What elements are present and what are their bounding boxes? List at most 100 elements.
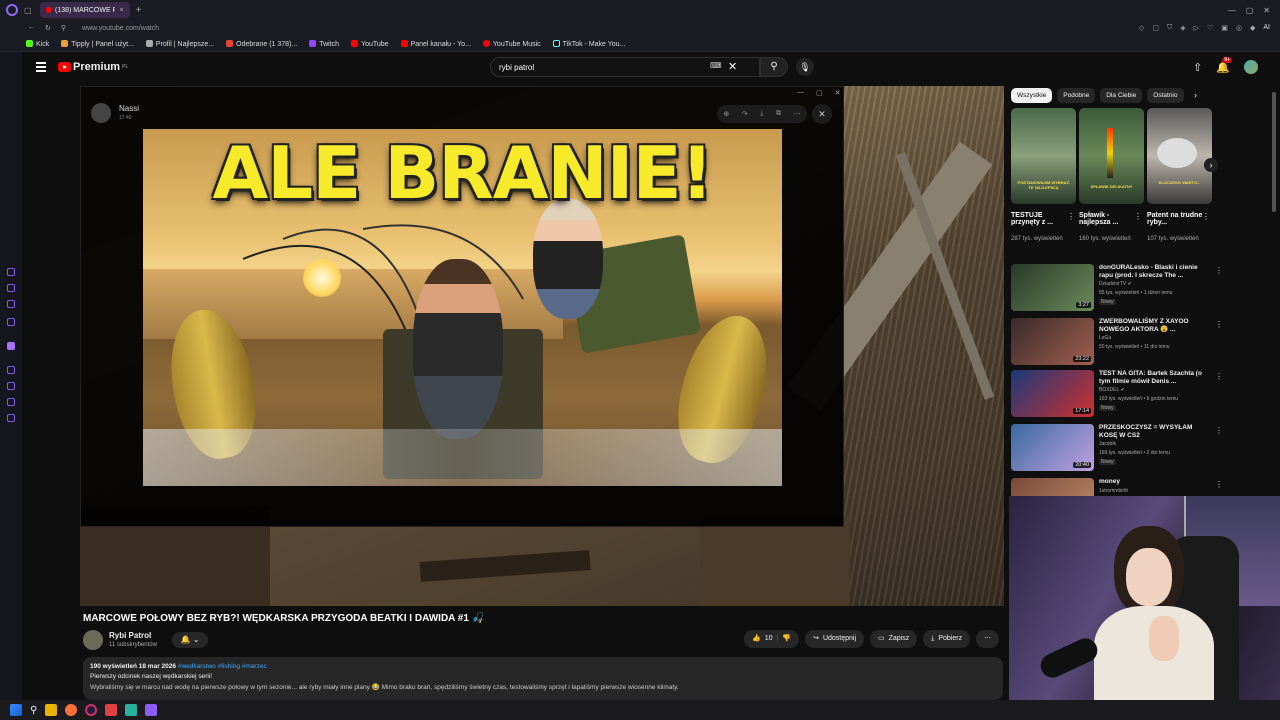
close-window-icon[interactable]: ✕: [1263, 6, 1270, 15]
keyboard-icon[interactable]: ⌨: [710, 61, 722, 70]
subscription-bell-button[interactable]: 🔔 ⌄: [172, 632, 208, 648]
more-icon[interactable]: ⋮: [1215, 480, 1221, 489]
download-icon[interactable]: ⤓: [760, 110, 763, 118]
open-external-icon[interactable]: ⧉: [776, 110, 781, 118]
short-item[interactable]: POSTANOWILEM WYBRAĆ TE NAJLEPSZĄ TESTUJE…: [1011, 108, 1076, 258]
browser-tab[interactable]: (138) MARCOWE POŁOW... ×: [39, 2, 130, 18]
new-tab-button[interactable]: +: [136, 5, 142, 16]
more-icon[interactable]: ⋮: [1215, 372, 1223, 381]
bookmark-item[interactable]: YouTube Music: [482, 39, 541, 48]
opera-icon[interactable]: [85, 704, 98, 716]
dislike-icon[interactable]: 👎: [782, 630, 791, 648]
sidebar-app-icon[interactable]: [7, 318, 15, 326]
recommended-video[interactable]: 17:14 TEST NA GITA: Bartek Szachta (o ty…: [1011, 370, 1223, 418]
close-viewer-button[interactable]: ✕: [812, 104, 832, 124]
chip-all[interactable]: Wszystkie: [1011, 88, 1053, 103]
more-icon[interactable]: ⋮: [1134, 212, 1142, 221]
extension-icon[interactable]: ▣: [1221, 24, 1228, 32]
sidebar-app-icon[interactable]: [7, 366, 15, 374]
account-avatar[interactable]: [1244, 60, 1258, 74]
chip-recent[interactable]: Ostatnio: [1147, 88, 1184, 103]
bookmark-item[interactable]: Profil | Najlepsze...: [145, 39, 214, 48]
bookmark-item[interactable]: Panel kanału - Yo...: [400, 39, 471, 48]
sidebar-app-icon[interactable]: [7, 382, 15, 390]
hashtags[interactable]: #wedkarstwo #fishing #marzec: [178, 663, 267, 670]
extension-icon[interactable]: ◈: [1180, 24, 1185, 32]
file-explorer-icon[interactable]: [45, 704, 58, 716]
search-icon[interactable]: ⚲: [30, 705, 37, 716]
more-icon[interactable]: ⋮: [1067, 212, 1075, 221]
like-button[interactable]: 👍 10 | 👎: [744, 630, 800, 648]
extension-icon[interactable]: ▷: [1194, 24, 1199, 32]
site-info-icon[interactable]: ⚲: [61, 24, 66, 32]
more-icon[interactable]: ⋯: [794, 110, 801, 118]
ai-extension-button[interactable]: AI: [1263, 24, 1270, 32]
zoom-icon[interactable]: ⊕: [723, 110, 729, 118]
more-icon[interactable]: ⋮: [1215, 426, 1223, 435]
short-item[interactable]: SPŁAWIK DELIKATNY Spławik - najlepsza ..…: [1079, 108, 1144, 258]
more-actions-button[interactable]: ⋯: [976, 630, 1000, 648]
channel-avatar[interactable]: [83, 630, 103, 650]
bookmark-item[interactable]: Kick: [26, 39, 49, 48]
sidebar-app-icon[interactable]: [7, 398, 15, 406]
twitch-icon[interactable]: [7, 342, 15, 350]
tab-close-icon[interactable]: ×: [119, 7, 123, 14]
download-button[interactable]: ⤓ Pobierz: [923, 630, 971, 648]
scrollbar[interactable]: [1272, 92, 1276, 212]
clear-search-icon[interactable]: ✕: [728, 60, 737, 73]
video-description[interactable]: 190 wyświetleń 18 mar 2026 #wedkarstwo #…: [83, 657, 1003, 700]
bookmark-item[interactable]: Twitch: [309, 39, 339, 48]
more-icon[interactable]: ⋮: [1215, 266, 1223, 275]
bookmark-item[interactable]: YouTube: [351, 39, 389, 48]
share-button[interactable]: ↪ Udostępnij: [805, 630, 865, 648]
extension-icon[interactable]: ◇: [1139, 24, 1144, 32]
notifications-icon[interactable]: 🔔 9+: [1216, 56, 1232, 74]
recommended-video[interactable]: 3:27 donGURALesko - Blaski i cienie rapu…: [1011, 264, 1223, 312]
channel-name[interactable]: Rybi Patrol: [109, 631, 151, 640]
firefox-icon[interactable]: [65, 704, 78, 716]
recommended-video[interactable]: 23:22 ZWERBOWALIŚMY Z XAYOO NOWEGO AKTOR…: [1011, 318, 1223, 366]
more-icon[interactable]: ⋮: [1202, 212, 1210, 221]
browser-logo-icon[interactable]: [6, 4, 18, 16]
sidebar-app-icon[interactable]: [7, 300, 15, 308]
sidebar-app-icon[interactable]: [7, 268, 15, 276]
chevron-right-icon[interactable]: ›: [1204, 158, 1218, 172]
bookmark-item[interactable]: Odebrane (1 378)...: [226, 39, 297, 48]
chevron-right-icon[interactable]: ›: [1194, 90, 1197, 100]
back-icon[interactable]: ←: [28, 24, 35, 32]
share-icon[interactable]: ↷: [742, 110, 748, 118]
reload-icon[interactable]: ↻: [45, 24, 51, 32]
sidebar-toggle-icon[interactable]: ▢: [24, 6, 32, 15]
search-button[interactable]: ⚲: [760, 57, 788, 77]
maximize-icon[interactable]: ▢: [1246, 6, 1254, 15]
recommended-video[interactable]: 20:40 PRZESKOCZYSZ = WYSYŁAM KOSĘ W CS2 …: [1011, 424, 1223, 472]
recommended-video[interactable]: money 1strommbirth ⋮: [1011, 478, 1221, 496]
extension-icon[interactable]: ◎: [1236, 24, 1242, 32]
youtube-logo[interactable]: Premium PL: [58, 61, 128, 73]
app-icon[interactable]: [145, 704, 158, 716]
short-item[interactable]: DLACZEGO WARTO... Patent na trudne ryby.…: [1147, 108, 1212, 258]
extension-icon[interactable]: ▢: [1152, 24, 1159, 32]
url-field[interactable]: www.youtube.com/watch: [82, 25, 159, 32]
upload-icon[interactable]: ⇧: [1193, 61, 1202, 74]
menu-icon[interactable]: [36, 62, 46, 72]
sidebar-app-icon[interactable]: [7, 284, 15, 292]
settings-icon[interactable]: [7, 414, 15, 422]
maximize-icon[interactable]: ▢: [816, 89, 823, 97]
save-button[interactable]: ▭ Zapisz: [870, 630, 918, 648]
bookmark-item[interactable]: TikTok - Make You...: [552, 39, 625, 48]
extension-icon[interactable]: ◆: [1250, 24, 1255, 32]
close-icon[interactable]: ✕: [835, 89, 841, 97]
shield-icon[interactable]: ⛉: [1167, 24, 1172, 32]
bookmark-item[interactable]: Tipply | Panel użyt...: [61, 39, 134, 48]
chip-related[interactable]: Podobne: [1057, 88, 1096, 103]
windows-start-icon[interactable]: [10, 704, 22, 716]
heart-icon[interactable]: ♡: [1207, 24, 1213, 32]
minimize-icon[interactable]: —: [1228, 6, 1236, 15]
chip-for-you[interactable]: Dla Ciebie: [1100, 88, 1143, 103]
more-icon[interactable]: ⋮: [1215, 320, 1223, 329]
app-icon[interactable]: [105, 704, 118, 716]
voice-search-icon[interactable]: 🎙: [796, 58, 814, 76]
minimize-icon[interactable]: —: [797, 89, 804, 97]
app-icon[interactable]: [125, 704, 138, 716]
